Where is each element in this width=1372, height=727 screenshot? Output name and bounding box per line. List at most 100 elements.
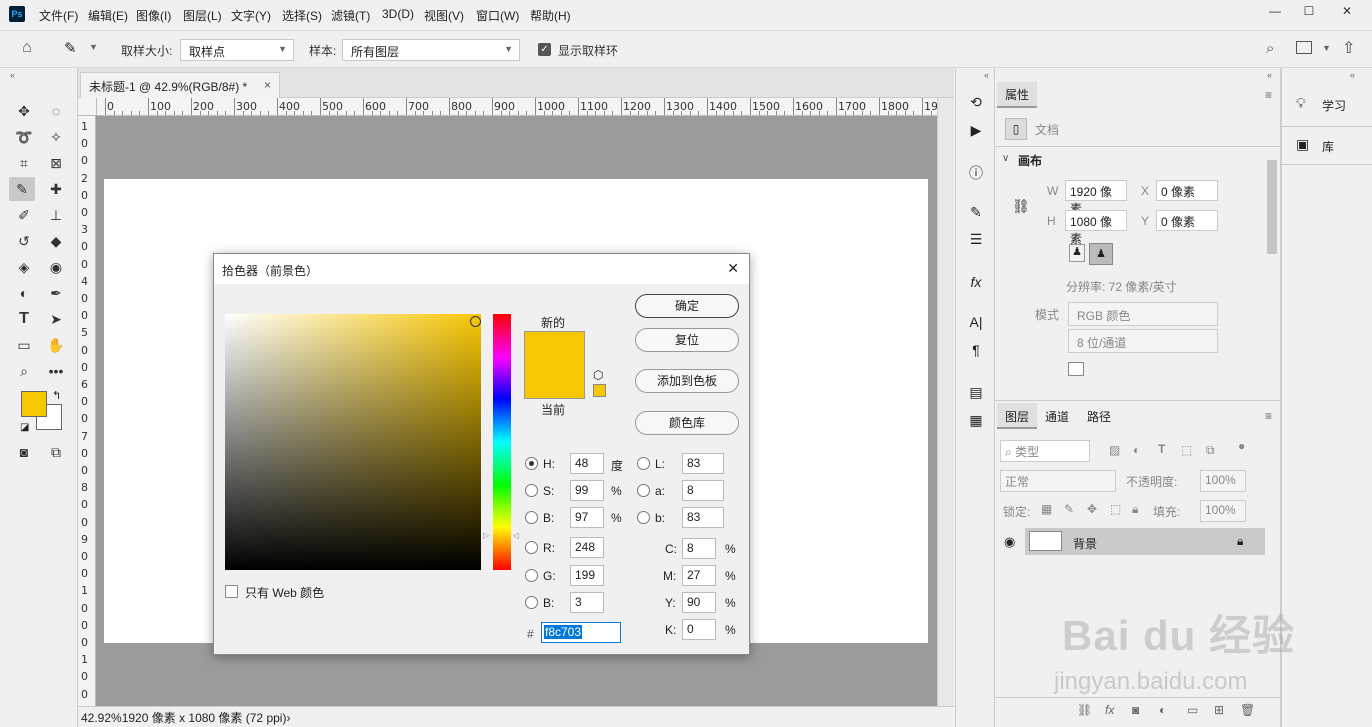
- lasso-tool-icon[interactable]: ➰: [11, 125, 37, 149]
- depth-select[interactable]: 8 位/通道: [1068, 329, 1218, 353]
- collapse-icon[interactable]: «: [10, 70, 15, 80]
- trash-icon[interactable]: 🗑︎: [1240, 703, 1255, 717]
- tab-paths[interactable]: 路径: [1081, 403, 1117, 429]
- width-field[interactable]: 1920 像素: [1065, 180, 1127, 216]
- mode-select[interactable]: RGB 颜色: [1068, 302, 1218, 326]
- lab-a-radio[interactable]: [637, 484, 650, 497]
- dodge-tool-icon[interactable]: ◐: [11, 281, 37, 305]
- dialog-close-icon[interactable]: ✕: [727, 260, 739, 277]
- zoom-tool-icon[interactable]: ⌕: [11, 359, 37, 383]
- current-color-swatch[interactable]: [524, 372, 585, 399]
- green-input[interactable]: 199: [570, 565, 604, 586]
- menu-image[interactable]: 图像(I): [136, 7, 171, 24]
- chevron-down-icon[interactable]: ▼: [1322, 43, 1331, 53]
- menu-view[interactable]: 视图(V): [424, 7, 464, 24]
- opacity-field[interactable]: 100%: [1200, 470, 1246, 492]
- cyan-input[interactable]: 8: [682, 538, 716, 559]
- maximize-button[interactable]: ☐: [1292, 0, 1326, 22]
- menu-3d[interactable]: 3D(D): [382, 7, 414, 21]
- foreground-color-swatch[interactable]: [21, 391, 47, 417]
- learn-bulb-icon[interactable]: 💡︎: [1296, 95, 1306, 112]
- black-input[interactable]: 0: [682, 619, 716, 640]
- blue-radio[interactable]: [525, 596, 538, 609]
- eyedropper-tool-preset-icon[interactable]: ✎: [64, 39, 77, 57]
- lab-a-input[interactable]: 8: [682, 480, 724, 501]
- lock-pixels-icon[interactable]: ▦: [1041, 502, 1052, 516]
- hue-radio[interactable]: [525, 457, 538, 470]
- visibility-eye-icon[interactable]: ◉: [1004, 534, 1015, 550]
- color-field-cursor[interactable]: [470, 316, 481, 327]
- library-label[interactable]: 库: [1322, 138, 1334, 155]
- green-radio[interactable]: [525, 569, 538, 582]
- history-brush-tool-icon[interactable]: ↺: [11, 229, 37, 253]
- tab-properties[interactable]: 属性: [997, 82, 1038, 108]
- color-libraries-button[interactable]: 颜色库: [635, 411, 739, 435]
- hue-input[interactable]: 48: [570, 453, 604, 474]
- menu-help[interactable]: 帮助(H): [530, 7, 571, 24]
- search-icon[interactable]: ⌕: [1266, 40, 1274, 57]
- share-icon[interactable]: ⇧: [1342, 38, 1355, 58]
- hue-slider[interactable]: [493, 314, 511, 570]
- paint-bucket-tool-icon[interactable]: ◈: [11, 255, 37, 279]
- chevron-down-icon[interactable]: ∨: [1002, 153, 1009, 164]
- sample-select[interactable]: 所有图层 ▼: [342, 39, 520, 61]
- pen-tool-icon[interactable]: ✒: [43, 281, 69, 305]
- collapse-icon[interactable]: «: [1350, 70, 1355, 80]
- more-tools-icon[interactable]: •••: [43, 359, 69, 383]
- yellow-input[interactable]: 90: [682, 592, 716, 613]
- menu-type[interactable]: 文字(Y): [231, 7, 271, 24]
- filter-toggle-icon[interactable]: ●: [1238, 439, 1245, 453]
- status-arrow-icon[interactable]: ›: [286, 711, 290, 725]
- blend-mode-select[interactable]: 正常: [1000, 470, 1116, 492]
- link-icon[interactable]: ⛓: [1012, 198, 1030, 215]
- red-radio[interactable]: [525, 541, 538, 554]
- web-only-checkbox[interactable]: [225, 585, 238, 598]
- saturation-input[interactable]: 99: [570, 480, 604, 501]
- web-only-label[interactable]: 只有 Web 颜色: [245, 584, 324, 601]
- y-field[interactable]: 0 像素: [1156, 210, 1218, 231]
- filter-smart-object-icon[interactable]: ⧉: [1206, 443, 1215, 458]
- x-field[interactable]: 0 像素: [1156, 180, 1218, 201]
- new-layer-icon[interactable]: ⊞: [1214, 703, 1224, 717]
- home-icon[interactable]: ⌂: [22, 39, 32, 57]
- reset-button[interactable]: 复位: [635, 328, 739, 352]
- brush-tool-icon[interactable]: ✐: [11, 203, 37, 227]
- brush-settings-icon[interactable]: ✎: [966, 204, 986, 224]
- fill-field[interactable]: 100%: [1200, 500, 1246, 522]
- path-selection-tool-icon[interactable]: ➤: [43, 307, 69, 331]
- ok-button[interactable]: 确定: [635, 294, 739, 318]
- lab-l-radio[interactable]: [637, 457, 650, 470]
- menu-edit[interactable]: 编辑(E): [88, 7, 128, 24]
- web-safe-color-swatch[interactable]: [593, 384, 606, 397]
- chevron-down-icon[interactable]: ▼: [89, 42, 98, 52]
- info-icon[interactable]: ⓘ: [966, 163, 986, 183]
- glyphs-icon[interactable]: ▦: [966, 412, 986, 432]
- menu-filter[interactable]: 滤镜(T): [331, 7, 370, 24]
- minimize-button[interactable]: —: [1258, 0, 1292, 22]
- screen-mode-icon[interactable]: ⧉: [43, 440, 69, 464]
- link-layers-icon[interactable]: ⛓: [1077, 703, 1092, 717]
- learn-label[interactable]: 学习: [1322, 97, 1346, 114]
- adjustment-layer-icon[interactable]: ◐: [1159, 703, 1166, 717]
- saturation-radio[interactable]: [525, 484, 538, 497]
- menu-file[interactable]: 文件(F): [39, 7, 78, 24]
- crop-tool-icon[interactable]: ⌗: [11, 151, 37, 175]
- adjustments-icon[interactable]: ☰: [966, 231, 986, 251]
- brightness-radio[interactable]: [525, 511, 538, 524]
- add-to-swatches-button[interactable]: 添加到色板: [635, 369, 739, 393]
- lab-b-input[interactable]: 83: [682, 507, 724, 528]
- filter-shape-icon[interactable]: ⬚: [1181, 443, 1192, 457]
- healing-brush-tool-icon[interactable]: ✚: [43, 177, 69, 201]
- zoom-level[interactable]: 42.92%: [81, 711, 122, 725]
- show-ring-checkbox[interactable]: ✓: [538, 43, 551, 56]
- add-mask-icon[interactable]: ◙: [1132, 703, 1139, 717]
- tab-close-icon[interactable]: ×: [264, 78, 271, 92]
- panel-menu-icon[interactable]: ≡: [1265, 88, 1272, 102]
- character-icon[interactable]: A|: [966, 314, 986, 334]
- lock-position-icon[interactable]: ✥: [1087, 502, 1097, 516]
- lock-brush-icon[interactable]: ✎: [1064, 502, 1074, 516]
- tab-channels[interactable]: 通道: [1039, 403, 1075, 429]
- hue-slider-right-arrow[interactable]: ◁: [513, 531, 519, 540]
- default-colors-icon[interactable]: ◪: [20, 422, 29, 433]
- styles-fx-icon[interactable]: fx: [966, 274, 986, 294]
